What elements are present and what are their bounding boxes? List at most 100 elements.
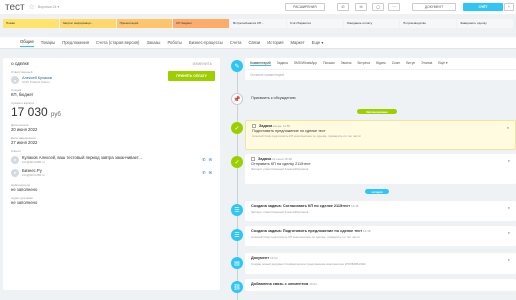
event-time: 16:04 <box>270 256 278 260</box>
add-button[interactable]: + <box>504 3 514 11</box>
stage-6[interactable]: Ожидание оплату <box>343 19 400 28</box>
composer-tab-6[interactable]: Ждать <box>376 61 386 66</box>
task-card-1[interactable]: Задача вчера, 11:55 Подготовить предложе… <box>245 120 516 150</box>
mail-icon[interactable]: ✉ <box>209 157 212 162</box>
tab-3[interactable]: Счета (старая версия) <box>96 40 139 45</box>
event-card-4: Добавлена связь с элементом 16:04 <box>245 279 516 291</box>
composer-tabs: Комментарий Задача SMS/WhatsApp Письмо Звоно… <box>245 58 516 70</box>
stage-0[interactable]: Новая <box>3 19 59 28</box>
tab-8[interactable]: Связи <box>248 40 260 45</box>
event-time: 16:48 <box>350 204 359 208</box>
event-title[interactable]: Создана задача: Подготовить предложение … <box>251 229 362 233</box>
pipeline-selector[interactable]: Воронка 24 ▾ <box>38 5 59 9</box>
tab-5[interactable]: Роботы <box>167 40 182 45</box>
composer-tab-7[interactable]: Zoom <box>392 61 400 66</box>
planned-pill: Запланировано <box>357 109 397 114</box>
event-card-3: Документ 16:04 Создан новый документ Ком… <box>245 253 516 274</box>
comment-input[interactable]: Оставьте комментарий <box>245 70 516 80</box>
stage-7[interactable]: В производстве <box>400 19 457 28</box>
stage-value: КП, бюджет <box>11 92 34 97</box>
tab-1[interactable]: Товары <box>41 40 55 45</box>
client-actions: ✆ ✉ <box>202 170 212 175</box>
mail-icon[interactable]: ✉ <box>209 170 212 175</box>
star-icon[interactable]: ☆ <box>29 3 35 11</box>
user-icon: ● <box>507 230 510 235</box>
link-icon: ⛓ <box>231 281 243 293</box>
mail-icon[interactable]: ✉ <box>355 3 367 11</box>
task-head: Задача <box>259 124 273 128</box>
timeline: ✎ Комментарий Задача SMS/WhatsApp Письмо Зво… <box>227 58 516 300</box>
event-desc: Алексей Соф подготовить КП комплексное п… <box>251 235 360 239</box>
section-header: О СДЕЛКЕ ИЗМЕНИТЬ <box>11 62 212 66</box>
tab-2[interactable]: Предложения <box>62 40 89 45</box>
event-title[interactable]: Создана задача: Согласовать КП по сделке… <box>251 204 350 208</box>
pin-icon: 📌 <box>231 93 243 105</box>
composer-tab-8[interactable]: Вступ <box>406 61 415 66</box>
avatar: ● <box>11 155 19 164</box>
pin-row[interactable]: Присвоить к обсуждению <box>245 92 516 103</box>
client-row-1[interactable]: ● Кулаков Алексей, ваш тестовый период з… <box>11 155 212 164</box>
chat-icon[interactable]: ◯ <box>372 3 384 11</box>
tab-6[interactable]: Бизнес-процессы <box>189 40 223 45</box>
event-title[interactable]: Документ <box>251 256 269 260</box>
client-row-2[interactable]: ● Бизнес.Ру info@bitrix365.ru ✆ ✉ <box>11 168 212 177</box>
tab-0[interactable]: Общие <box>20 39 34 47</box>
task-checkbox[interactable] <box>252 124 256 129</box>
tab-4[interactable]: Заказы <box>146 40 160 45</box>
section-edit-link[interactable]: ИЗМЕНИТЬ <box>193 62 212 66</box>
tab-bar: Общие Товары Предложения Счета (старая верс… <box>0 37 516 49</box>
stage-3[interactable]: КП бюджет <box>173 19 230 28</box>
event-time: 16:48 <box>362 229 371 233</box>
stage-5[interactable]: Счёт/Гарантия <box>286 19 343 28</box>
more-icon[interactable]: ⋯ <box>388 3 400 11</box>
date-end-value: 27 июня 2022 <box>11 140 38 145</box>
task-card-2[interactable]: Задача 22 июня 15:48 Отправить КП на сде… <box>245 154 516 184</box>
stage-8[interactable]: Завершить сделку <box>457 19 514 28</box>
phone-icon[interactable]: ✆ <box>202 170 205 175</box>
task-title[interactable]: Отправить КП на сделку 2115тест <box>251 162 510 166</box>
event-title[interactable]: Добавлена связь с элементом <box>251 282 308 286</box>
composer-tab-0[interactable]: Комментарий <box>250 61 271 66</box>
accept-payment-button[interactable]: ПРИНЯТЬ ОПЛАТУ <box>168 71 215 81</box>
composer-tab-5[interactable]: Встреча <box>357 61 369 66</box>
composer-tab-1[interactable]: Задача <box>277 61 288 66</box>
document-icon: ▤ <box>231 257 243 269</box>
task-created-icon: ☰ <box>231 204 243 216</box>
invoice-button[interactable]: СЧЁТ <box>463 3 503 11</box>
task-date: вчера, 11:55 <box>273 124 291 128</box>
stage-4[interactable]: Встреча/Анализ КП... <box>230 19 286 28</box>
composer-tab-3[interactable]: Письмо <box>323 61 335 66</box>
composer-tab-4[interactable]: Звонок <box>341 61 352 66</box>
tab-10[interactable]: Маркет <box>290 40 304 45</box>
amount-value: 17 030 руб <box>11 105 212 119</box>
pin-text: Присвоить к обсуждению <box>251 96 296 100</box>
stage-1[interactable]: Запрос информаци... <box>59 19 116 28</box>
phone-icon[interactable]: ✆ <box>202 157 205 162</box>
user-icon: ● <box>507 257 510 262</box>
client-label: Клиент <box>11 149 21 153</box>
tab-7[interactable]: Счета <box>230 40 242 45</box>
phone-icon[interactable]: ✆ <box>337 3 349 11</box>
amount-currency: руб <box>51 112 61 118</box>
extensions-button[interactable]: РАСШИРЕНИЯ <box>285 3 325 11</box>
address-value[interactable]: не заполнено <box>11 200 212 205</box>
client-email: info@bitrix365.ru <box>22 173 45 177</box>
observers-value[interactable]: не заполнено <box>11 187 212 192</box>
composer-tab-10[interactable]: Ещё ▾ <box>438 61 447 66</box>
client-email: info@bitrix365.ru <box>22 160 45 164</box>
task-desc: Алексей Соф подготовить КП комплексное п… <box>252 134 361 139</box>
tab-11[interactable]: Еще ▾ <box>312 40 324 45</box>
document-button[interactable]: ДОКУМЕНТ <box>412 3 456 11</box>
today-pill: сегодня <box>365 189 389 194</box>
deal-info-panel: О СДЕЛКЕ ИЗМЕНИТЬ Ответственный ● Алексе… <box>3 58 220 290</box>
avatar: ● <box>11 76 19 84</box>
task-title[interactable]: Подготовить предложение по сделке тест <box>252 129 509 133</box>
composer-tab-2[interactable]: SMS/WhatsApp <box>294 61 317 66</box>
tab-9[interactable]: История <box>267 40 283 45</box>
task-checkbox[interactable] <box>251 157 255 162</box>
task-date: 22 июня 15:48 <box>272 157 292 161</box>
event-time: 16:04 <box>309 282 317 286</box>
composer-tab-9[interactable]: Этапов <box>421 61 432 66</box>
stage-2[interactable]: Презентация <box>116 19 173 28</box>
section-title: О СДЕЛКЕ <box>11 62 29 66</box>
